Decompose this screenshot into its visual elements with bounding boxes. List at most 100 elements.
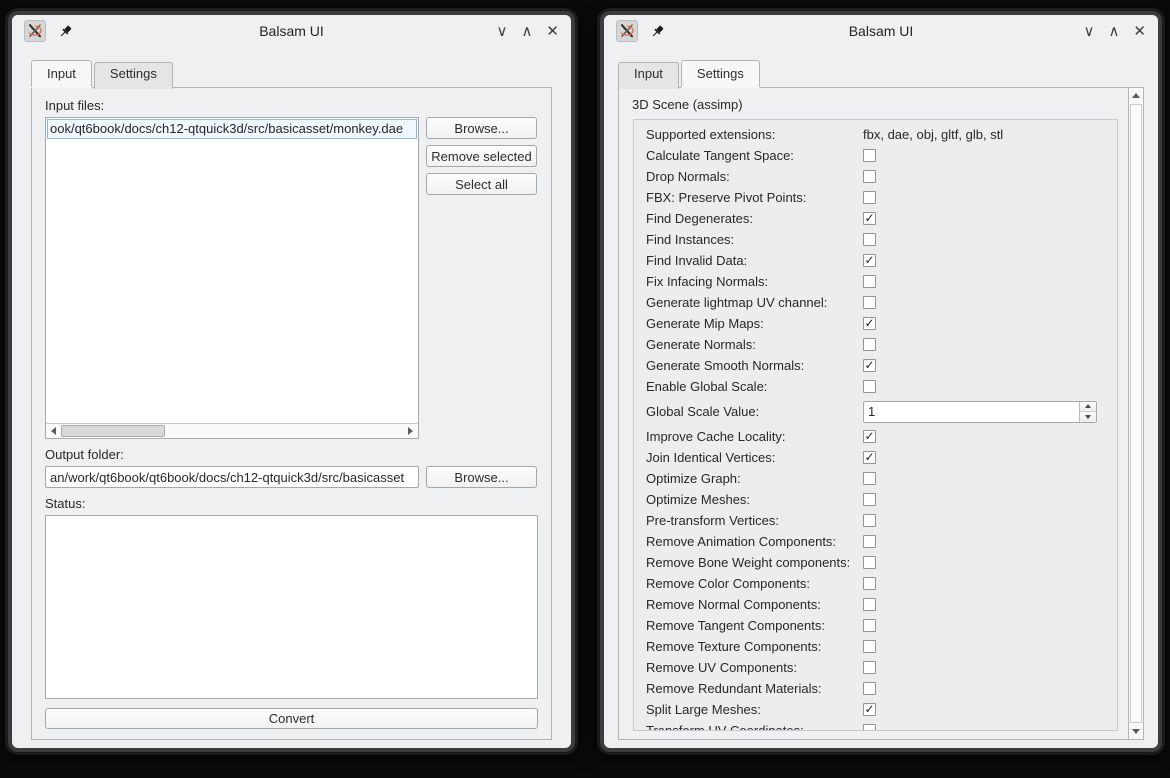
checkbox-find-invalid-data[interactable]: ✓ — [863, 254, 876, 267]
vscroll-track[interactable] — [1129, 103, 1143, 724]
checkbox-generate-mip-maps[interactable]: ✓ — [863, 317, 876, 330]
tabbar: Input Settings — [12, 60, 571, 87]
pin-icon[interactable] — [650, 24, 665, 39]
settings-row: Supported extensions: fbx, dae, obj, glt… — [634, 124, 1117, 145]
setting-value: ✓ — [863, 212, 876, 225]
checkbox-generate-lightmap-uv-channel[interactable] — [863, 296, 876, 309]
hscroll-track[interactable] — [61, 424, 403, 438]
pin-icon[interactable] — [58, 24, 73, 39]
setting-label: Find Instances: — [646, 232, 863, 247]
window-title: Balsam UI — [604, 23, 1158, 39]
setting-label: Optimize Meshes: — [646, 492, 863, 507]
checkbox-drop-normals[interactable] — [863, 170, 876, 183]
output-folder-input[interactable]: an/work/qt6book/qt6book/docs/ch12-qtquic… — [45, 466, 419, 488]
checkbox-fix-infacing-normals[interactable] — [863, 275, 876, 288]
hscroll-thumb[interactable] — [61, 425, 165, 437]
remove-selected-button[interactable]: Remove selected — [426, 145, 537, 167]
tabbar: Input Settings — [604, 60, 1158, 87]
spinbox-up-icon[interactable] — [1080, 402, 1096, 413]
checkbox-optimize-graph[interactable] — [863, 472, 876, 485]
close-icon[interactable]: ✕ — [1133, 24, 1146, 39]
setting-value — [863, 619, 876, 632]
checkbox-remove-animation-components[interactable] — [863, 535, 876, 548]
settings-row: Remove Color Components: — [634, 573, 1117, 594]
settings-row: Remove UV Components: — [634, 657, 1117, 678]
convert-button[interactable]: Convert — [45, 708, 538, 729]
minimize-icon[interactable]: ∨ — [1083, 24, 1094, 39]
global-scale-value-spinbox[interactable]: 1 — [863, 401, 1097, 423]
checkbox-calculate-tangent-space[interactable] — [863, 149, 876, 162]
setting-value — [863, 275, 876, 288]
file-list-item[interactable]: ook/qt6book/docs/ch12-qtquick3d/src/basi… — [47, 119, 417, 139]
checkbox-generate-normals[interactable] — [863, 338, 876, 351]
checkbox-find-instances[interactable] — [863, 233, 876, 246]
minimize-icon[interactable]: ∨ — [496, 24, 507, 39]
checkbox-remove-bone-weight-components[interactable] — [863, 556, 876, 569]
checkbox-find-degenerates[interactable]: ✓ — [863, 212, 876, 225]
setting-label: Enable Global Scale: — [646, 379, 863, 394]
setting-value: 1 — [863, 401, 1097, 423]
maximize-icon[interactable]: ∧ — [521, 24, 532, 39]
setting-value — [863, 640, 876, 653]
browse-button[interactable]: Browse... — [426, 117, 537, 139]
settings-row: Find Degenerates: ✓ — [634, 208, 1117, 229]
setting-label: Remove Normal Components: — [646, 597, 863, 612]
setting-label: Split Large Meshes: — [646, 702, 863, 717]
settings-form: Supported extensions: fbx, dae, obj, glt… — [633, 119, 1118, 731]
select-all-button[interactable]: Select all — [426, 173, 537, 195]
checkbox-remove-tangent-components[interactable] — [863, 619, 876, 632]
checkbox-split-large-meshes[interactable]: ✓ — [863, 703, 876, 716]
close-icon[interactable]: ✕ — [546, 24, 559, 39]
checkbox-generate-smooth-normals[interactable]: ✓ — [863, 359, 876, 372]
tab-settings[interactable]: Settings — [94, 62, 173, 89]
maximize-icon[interactable]: ∧ — [1108, 24, 1119, 39]
vertical-scrollbar[interactable] — [1128, 87, 1144, 740]
setting-value — [863, 598, 876, 611]
input-tab-pane: Input files: ook/qt6book/docs/ch12-qtqui… — [31, 87, 552, 740]
settings-row: Remove Normal Components: — [634, 594, 1117, 615]
output-browse-button[interactable]: Browse... — [426, 466, 537, 488]
setting-value — [863, 149, 876, 162]
setting-label: Fix Infacing Normals: — [646, 274, 863, 289]
checkbox-pre-transform-vertices[interactable] — [863, 514, 876, 527]
setting-value — [863, 170, 876, 183]
vscroll-thumb[interactable] — [1130, 104, 1142, 723]
checkbox-transform-uv-coordinates[interactable] — [863, 724, 876, 731]
tab-input[interactable]: Input — [618, 62, 679, 89]
setting-text-value: fbx, dae, obj, gltf, glb, stl — [863, 127, 1003, 142]
checkbox-remove-uv-components[interactable] — [863, 661, 876, 674]
tab-settings[interactable]: Settings — [681, 60, 760, 87]
spinbox-down-icon[interactable] — [1080, 412, 1096, 422]
checkbox-fbx-preserve-pivot-points[interactable] — [863, 191, 876, 204]
setting-value — [863, 661, 876, 674]
checkbox-remove-redundant-materials[interactable] — [863, 682, 876, 695]
settings-row: Find Invalid Data: ✓ — [634, 250, 1117, 271]
checkbox-enable-global-scale[interactable] — [863, 380, 876, 393]
checkbox-remove-texture-components[interactable] — [863, 640, 876, 653]
scroll-left-icon[interactable] — [46, 424, 61, 438]
settings-row: Remove Bone Weight components: — [634, 552, 1117, 573]
scroll-up-icon[interactable] — [1129, 88, 1143, 103]
checkbox-improve-cache-locality[interactable]: ✓ — [863, 430, 876, 443]
titlebar[interactable]: Balsam UI ∨ ∧ ✕ — [12, 15, 571, 47]
setting-value — [863, 191, 876, 204]
setting-label: Supported extensions: — [646, 127, 863, 142]
status-box — [45, 515, 538, 699]
setting-value — [863, 380, 876, 393]
tab-input[interactable]: Input — [31, 60, 92, 87]
checkbox-remove-color-components[interactable] — [863, 577, 876, 590]
horizontal-scrollbar[interactable] — [46, 423, 418, 438]
scroll-right-icon[interactable] — [403, 424, 418, 438]
output-folder-label: Output folder: — [45, 447, 538, 462]
settings-row: Fix Infacing Normals: — [634, 271, 1117, 292]
setting-label: Transform UV Coordinates: — [646, 723, 863, 731]
checkbox-remove-normal-components[interactable] — [863, 598, 876, 611]
setting-label: Optimize Graph: — [646, 471, 863, 486]
titlebar[interactable]: Balsam UI ∨ ∧ ✕ — [604, 15, 1158, 47]
settings-row: FBX: Preserve Pivot Points: — [634, 187, 1117, 208]
scroll-down-icon[interactable] — [1129, 724, 1143, 739]
checkbox-join-identical-vertices[interactable]: ✓ — [863, 451, 876, 464]
checkbox-optimize-meshes[interactable] — [863, 493, 876, 506]
setting-label: Remove Texture Components: — [646, 639, 863, 654]
input-file-list[interactable]: ook/qt6book/docs/ch12-qtquick3d/src/basi… — [45, 117, 419, 439]
